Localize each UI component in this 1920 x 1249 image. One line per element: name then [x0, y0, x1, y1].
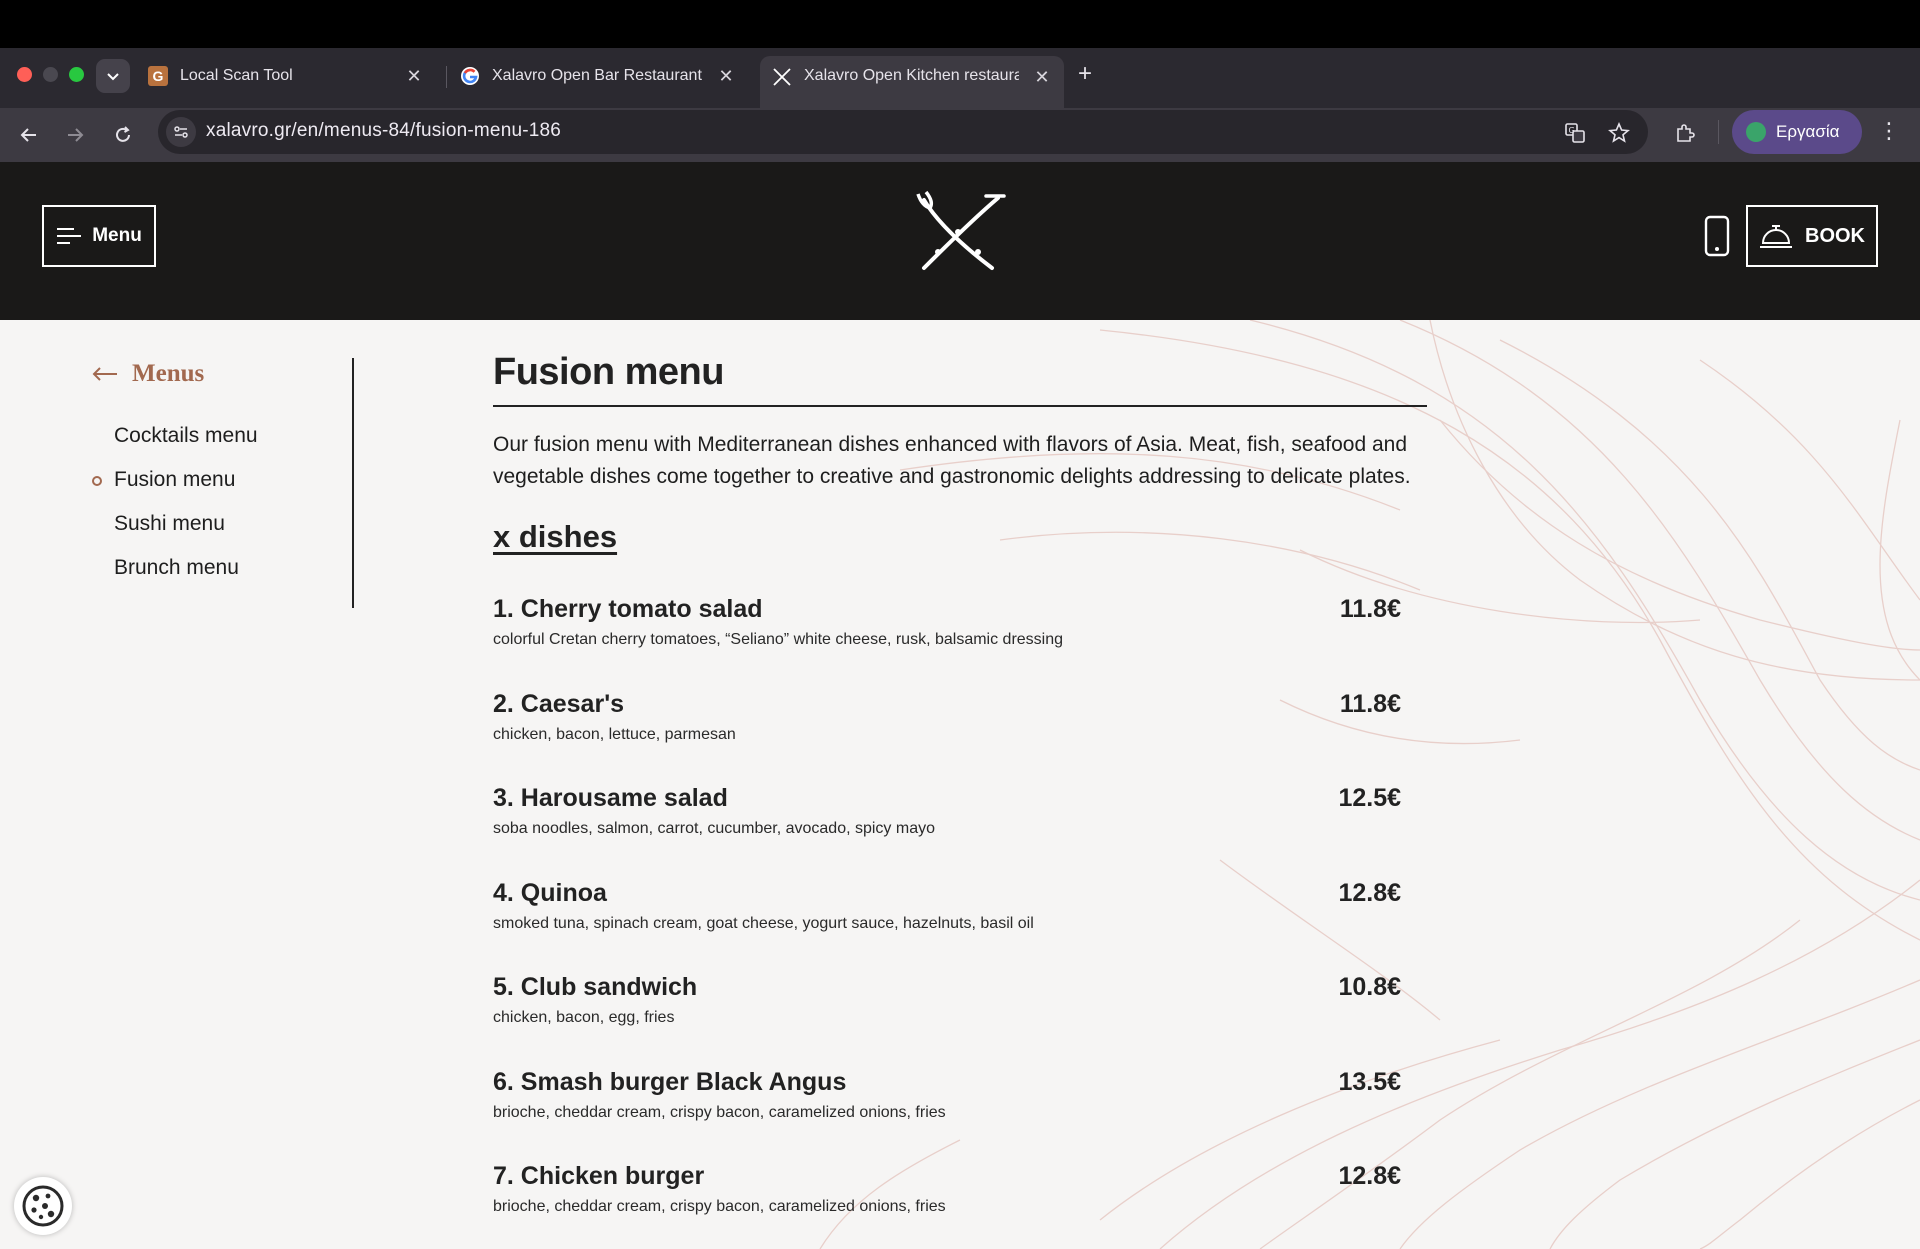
tab-close-icon[interactable]: ✕	[716, 66, 736, 87]
dish-price: 12.8€	[1338, 1162, 1401, 1190]
dish-name: 2. Caesar's	[493, 689, 625, 718]
dish-name: 4. Quinoa	[493, 878, 607, 907]
sidebar-divider	[352, 358, 354, 608]
sidebar-item-label: Fusion menu	[114, 468, 236, 491]
dish-price: 12.5€	[1338, 784, 1401, 812]
extensions-puzzle-icon[interactable]	[1670, 118, 1700, 148]
tab-favicon-g-icon: G	[148, 66, 168, 86]
profile-button[interactable]: Εργασία	[1732, 110, 1862, 154]
service-bell-icon	[1760, 225, 1792, 248]
sidebar-item-cocktails-menu[interactable]: Cocktails menu	[114, 418, 258, 462]
reload-icon[interactable]	[106, 118, 140, 152]
tab-open-kitchen[interactable]: Xalavro Open Kitchen restaurant ✕	[760, 56, 1064, 108]
chevron-down-icon	[107, 73, 119, 81]
dish-item: 5. Club sandwich 10.8€ chicken, bacon, e…	[493, 971, 1427, 1066]
dish-description: colorful Cretan cherry tomatoes, “Selian…	[493, 631, 1064, 648]
sidebar-item-sushi-menu[interactable]: Sushi menu	[114, 506, 258, 550]
cookie-settings-button[interactable]	[14, 1177, 72, 1235]
dish-item: 4. Quinoa 12.8€ smoked tuna, spinach cre…	[493, 877, 1427, 972]
hamburger-menu-icon	[57, 228, 82, 244]
menu-intro: Our fusion menu with Mediterranean dishe…	[493, 433, 1411, 488]
xalavro-logo[interactable]	[912, 190, 1008, 276]
forward-arrow-icon[interactable]	[58, 118, 92, 152]
dish-description: brioche, cheddar cream, crispy bacon, ca…	[493, 1103, 946, 1121]
window-close-button[interactable]	[17, 67, 32, 82]
dish-price: 12.8€	[1338, 878, 1401, 907]
book-button-label: BOOK	[1805, 224, 1865, 247]
page-title: Fusion menu	[493, 351, 724, 393]
google-icon	[460, 66, 480, 86]
translate-icon[interactable]: G	[1560, 118, 1590, 148]
title-divider	[493, 405, 1427, 407]
dish-item: 6. Smash burger Black Angus 13.5€ brioch…	[493, 1066, 1427, 1161]
dish-price: 13.5€	[1338, 1067, 1401, 1096]
profile-label: Εργασία	[1776, 122, 1840, 141]
tab-close-icon[interactable]: ✕	[404, 66, 424, 87]
dish-name: 7. Chicken burger	[493, 1162, 705, 1190]
dish-item: 2. Caesar's 11.8€ chicken, bacon, lettuc…	[493, 688, 1427, 783]
new-tab-plus-icon[interactable]: +	[1078, 60, 1092, 88]
dish-price: 11.8€	[1339, 689, 1401, 718]
tab-open-bar[interactable]: Xalavro Open Bar Restaurant ✕	[448, 56, 748, 96]
tab-title: Xalavro Open Kitchen restaurant	[804, 67, 1019, 84]
dish-description: chicken, bacon, egg, fries	[493, 1009, 675, 1026]
dish-list: 1. Cherry tomato salad 11.8€ colorful Cr…	[493, 593, 1427, 1249]
tab-title: Local Scan Tool	[180, 67, 293, 84]
active-indicator-icon	[92, 476, 102, 486]
browser-menu-kebab-icon[interactable]: ⋮	[1878, 118, 1900, 144]
xalavro-icon	[772, 67, 792, 87]
dish-description: chicken, bacon, lettuce, parmesan	[493, 725, 736, 743]
book-button[interactable]: BOOK	[1746, 205, 1878, 267]
window-zoom-button[interactable]	[69, 67, 84, 82]
dish-price: 11.8€	[1339, 595, 1401, 623]
window-minimize-button[interactable]	[43, 67, 58, 82]
dish-item: 3. Harousame salad 12.5€ soba noodles, s…	[493, 782, 1427, 877]
back-to-menus-label: Menus	[132, 360, 205, 387]
svg-text:G: G	[1569, 126, 1575, 135]
sidebar-item-label: Brunch menu	[114, 556, 239, 579]
sidebar-item-brunch-menu[interactable]: Brunch menu	[114, 550, 258, 594]
tab-title: Xalavro Open Bar Restaurant	[492, 67, 702, 84]
profile-avatar-icon	[1746, 122, 1766, 142]
page-body: Menus Cocktails menu Fusion menu Sushi m…	[0, 320, 1920, 1249]
tab-separator	[446, 66, 447, 88]
dish-name: 6. Smash burger Black Angus	[493, 1067, 847, 1096]
sidebar-item-label: Cocktails menu	[114, 424, 258, 447]
url-text[interactable]: xalavro.gr/en/menus-84/fusion-menu-186	[206, 120, 561, 142]
back-arrow-icon[interactable]	[12, 118, 46, 152]
dish-item: 1. Cherry tomato salad 11.8€ colorful Cr…	[493, 593, 1427, 688]
sidebar-item-fusion-menu[interactable]: Fusion menu	[92, 462, 258, 506]
site-settings-icon[interactable]	[166, 117, 196, 147]
menu-content: Fusion menu Our fusion menu with Mediter…	[493, 340, 1427, 1249]
dish-description: brioche, cheddar cream, crispy bacon, ca…	[493, 1198, 946, 1215]
tab-search-button[interactable]	[96, 59, 130, 93]
screen-top-bar	[0, 0, 1920, 48]
menu-button[interactable]: Menu	[42, 205, 156, 267]
sidebar-menu-list: Cocktails menu Fusion menu Sushi menu Br…	[92, 418, 258, 594]
section-title: x dishes	[493, 519, 618, 554]
dish-description: soba noodles, salmon, carrot, cucumber, …	[493, 820, 935, 837]
toolbar-separator	[1718, 120, 1719, 144]
phone-icon[interactable]	[1703, 215, 1731, 257]
dish-name: 5. Club sandwich	[493, 973, 698, 1001]
dish-price: 10.8€	[1338, 973, 1401, 1001]
cookie-icon	[22, 1185, 64, 1227]
arrow-left-icon	[92, 367, 117, 381]
tab-local-scan-tool[interactable]: G Local Scan Tool ✕	[136, 56, 436, 96]
dish-name: 1. Cherry tomato salad	[493, 595, 763, 623]
back-to-menus-link[interactable]: Menus	[92, 360, 204, 388]
dish-name: 3. Harousame salad	[493, 784, 728, 812]
menu-button-label: Menu	[92, 225, 142, 246]
dish-item: 7. Chicken burger 12.8€ brioche, cheddar…	[493, 1160, 1427, 1249]
sidebar-item-label: Sushi menu	[114, 512, 225, 535]
bookmark-star-icon[interactable]	[1604, 118, 1634, 148]
tab-close-icon[interactable]: ✕	[1032, 67, 1052, 88]
dish-description: smoked tuna, spinach cream, goat cheese,…	[493, 914, 1034, 932]
